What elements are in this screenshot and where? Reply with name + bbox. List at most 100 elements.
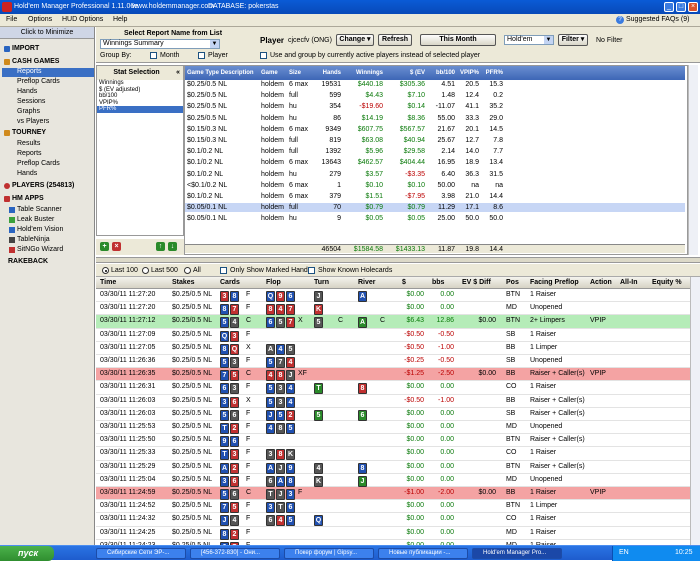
hands-header-cell: bbs: [432, 279, 445, 286]
game-type-select[interactable]: Hold'em ▼: [504, 35, 554, 45]
stats-row[interactable]: <$0.1/0.2 NL holdem 6 max 1 $0.10 $0.10 50.00 n…: [185, 181, 685, 190]
sidebar-item-hands[interactable]: Hands: [17, 88, 37, 95]
taskbar-item[interactable]: Hold'em Manager Pro...: [472, 548, 562, 559]
sidebar-item-tourney-hands[interactable]: Hands: [17, 170, 37, 177]
stats-row[interactable]: $0.1/0.2 NL holdem 6 max 13643 $462.57 $404.4…: [185, 158, 685, 167]
stats-row[interactable]: $0.15/0.3 NL holdem full 819 $63.08 $40.94 25.…: [185, 136, 685, 145]
menu-file[interactable]: File: [6, 16, 17, 23]
hand-row[interactable]: 03/30/11 11:25:33 $0.25/0.5 NL T 3 F 3 8 K $0.00…: [96, 447, 690, 461]
only-marked-checkbox[interactable]: [220, 267, 227, 274]
hand-row[interactable]: 03/30/11 11:26:03 $0.25/0.5 NL 3 6 X 5 3 4 -$0.5…: [96, 395, 690, 408]
hand-row[interactable]: 03/30/11 11:24:25 $0.25/0.5 NL 8 2 F $0.00 0.0…: [96, 527, 690, 540]
sidebar-app-holdem-vision[interactable]: Hold'em Vision: [9, 226, 63, 233]
hand-bbs: 0.00: [440, 291, 454, 298]
hand-row[interactable]: 03/30/11 11:26:36 $0.25/0.5 NL 5 3 F 5 7 4 -$0.2…: [96, 355, 690, 369]
stats-row[interactable]: $0.25/0.5 NL holdem hu 86 $14.19 $8.36 55.00 33…: [185, 114, 685, 123]
hand-row[interactable]: 03/30/11 11:25:29 $0.25/0.5 NL A 2 F A J 9 4 8 $0.…: [96, 461, 690, 474]
last100-radio[interactable]: [102, 267, 109, 274]
hand-row[interactable]: 03/30/11 11:26:31 $0.25/0.5 NL 6 3 F 5 3 4 T 8 $0.…: [96, 381, 690, 395]
remove-stat-icon[interactable]: ×: [112, 242, 121, 251]
taskbar-item[interactable]: Новые публикации -...: [378, 548, 468, 559]
clock: 10:25: [675, 549, 693, 556]
stats-row[interactable]: $0.1/0.2 NL holdem hu 279 $3.57 -$3.35 6.40 36.…: [185, 170, 685, 179]
stats-row[interactable]: $0.25/0.5 NL holdem hu 354 -$19.60 $0.14 -11.0…: [185, 102, 685, 111]
hand-row[interactable]: 03/30/11 11:25:04 $0.25/0.5 NL 3 6 F 6 A 8 K J $0.…: [96, 474, 690, 487]
close-window-icon[interactable]: ×: [688, 2, 698, 12]
sidebar-import[interactable]: IMPORT: [4, 45, 39, 52]
filter-button[interactable]: Filter ▾: [558, 34, 588, 46]
sidebar-item-tourney-preflop[interactable]: Preflop Cards: [17, 160, 60, 167]
sidebar-players[interactable]: PLAYERS (254813): [4, 182, 74, 189]
hand-row[interactable]: 03/30/11 11:25:53 $0.25/0.5 NL T 2 F 4 8 5 $0.00…: [96, 421, 690, 435]
sidebar-item-vs-players[interactable]: vs Players: [17, 118, 49, 125]
stats-row[interactable]: $0.25/0.5 NL holdem full 599 $4.43 $7.10 1.48 1…: [185, 91, 685, 100]
hand-row[interactable]: 03/30/11 11:24:59 $0.25/0.5 NL 5 6 C T J 3 F -$1.…: [96, 487, 690, 501]
add-stat-icon[interactable]: +: [100, 242, 109, 251]
taskbar-item[interactable]: [456-372-830] - Они...: [190, 548, 280, 559]
active-players-checkbox[interactable]: [260, 52, 267, 59]
hands-scrollbar[interactable]: [690, 277, 700, 545]
hand-row[interactable]: 03/30/11 11:26:03 $0.25/0.5 NL 5 6 F J 5 2 5 6 $0.…: [96, 408, 690, 421]
group-month-checkbox[interactable]: [150, 52, 157, 59]
sidebar-item-graphs[interactable]: Graphs: [17, 108, 40, 115]
sidebar-item-tourney-reports[interactable]: Reports: [17, 150, 42, 157]
hand-row[interactable]: 03/30/11 11:27:09 $0.25/0.5 NL Q 3 F -$0.50 -0…: [96, 329, 690, 342]
menu-hud-options[interactable]: HUD Options: [62, 16, 103, 23]
menu-help[interactable]: Help: [113, 16, 127, 23]
move-up-icon[interactable]: ↑: [156, 242, 165, 251]
group-player-checkbox[interactable]: [198, 52, 205, 59]
splitter[interactable]: [96, 257, 700, 263]
hand-row[interactable]: 03/30/11 11:24:52 $0.25/0.5 NL 7 5 F 3 T 6 $0.00…: [96, 500, 690, 514]
taskbar-item[interactable]: Сибирские Сети ЭР-...: [96, 548, 186, 559]
menu-options[interactable]: Options: [28, 16, 52, 23]
suggested-faqs-link[interactable]: Suggested FAQs (9): [626, 16, 689, 23]
refresh-button[interactable]: Refresh: [378, 34, 412, 46]
hand-facing-preflop: 1 Limper: [530, 502, 558, 510]
move-down-icon[interactable]: ↓: [168, 242, 177, 251]
sidebar-item-reports[interactable]: Reports: [2, 68, 94, 77]
stats-row[interactable]: $0.1/0.2 NL holdem full 1392 $5.96 $29.58 2.14…: [185, 147, 685, 156]
hand-row[interactable]: 03/30/11 11:27:05 $0.25/0.5 NL 8 Q X A 4 5 -$0.5…: [96, 342, 690, 355]
hand-row[interactable]: 03/30/11 11:27:12 $0.25/0.5 NL 5 4 C 6 5 7 X 5 C A C…: [96, 315, 690, 329]
report-select[interactable]: Winnings Summary ▼: [100, 39, 220, 49]
sidebar-hm-apps[interactable]: HM APPS: [4, 195, 44, 202]
card: T: [314, 383, 323, 395]
stats-row[interactable]: $0.05/0.1 NL holdem hu 9 $0.05 $0.05 25.00 50.0…: [185, 214, 685, 223]
hand-row[interactable]: 03/30/11 11:24:32 $0.25/0.5 NL J 4 F 6 4 5 Q $0.0…: [96, 513, 690, 527]
stats-row[interactable]: $0.1/0.2 NL holdem 6 max 379 $1.51 -$7.95 3.98…: [185, 192, 685, 201]
sidebar-cash-games[interactable]: CASH GAMES: [4, 58, 59, 65]
stats-scrollbar[interactable]: [688, 65, 698, 255]
collapse-icon[interactable]: «: [176, 66, 183, 80]
stats-row[interactable]: $0.25/0.5 NL holdem 6 max 19531 $440.18 $305.…: [185, 80, 685, 89]
card: J: [314, 291, 323, 302]
date-range-button[interactable]: This Month: [420, 34, 496, 46]
hands-header-cell: Stakes: [172, 279, 195, 286]
hand-row[interactable]: 03/30/11 11:26:35 $0.25/0.5 NL 7 5 C 4 8 J XF -$1…: [96, 368, 690, 382]
sidebar-app-table-scanner[interactable]: Table Scanner: [9, 206, 62, 213]
sidebar-app-leak-buster[interactable]: Leak Buster: [9, 216, 54, 223]
sidebar-app-tableninja[interactable]: TableNinja: [9, 236, 50, 243]
stat-item[interactable]: PFR%: [97, 106, 183, 113]
maximize-window-icon[interactable]: □: [676, 2, 686, 12]
all-radio[interactable]: [184, 267, 191, 274]
stats-row[interactable]: $0.15/0.3 NL holdem 6 max 9349 $607.75 $567.5…: [185, 125, 685, 134]
start-button[interactable]: пуск: [0, 546, 54, 561]
taskbar-item[interactable]: Покер форум | Gipsy...: [284, 548, 374, 559]
change-player-button[interactable]: Change ▾: [336, 34, 374, 46]
sidebar-item-tourney-results[interactable]: Results: [17, 140, 40, 147]
language-indicator[interactable]: EN: [619, 549, 629, 556]
hand-row[interactable]: 03/30/11 11:27:20 $0.25/0.5 NL 8 7 F 8 4 7 K $0.0…: [96, 302, 690, 316]
sidebar-rakeback[interactable]: RAKEBACK: [4, 258, 48, 265]
hand-facing-preflop: Unopened: [530, 357, 563, 364]
hand-row[interactable]: 03/30/11 11:27:20 $0.25/0.5 NL 3 8 F Q 9 6 J A $0.…: [96, 289, 690, 303]
minimize-window-icon[interactable]: _: [664, 2, 674, 12]
hand-row[interactable]: 03/30/11 11:25:50 $0.25/0.5 NL 9 6 F $0.00 0.0…: [96, 434, 690, 448]
last500-radio[interactable]: [142, 267, 149, 274]
show-known-checkbox[interactable]: [308, 267, 315, 274]
stats-row[interactable]: $0.05/0.1 NL holdem full 70 $0.79 $0.79 11.29 1…: [185, 203, 685, 213]
sidebar-tourney[interactable]: TOURNEY: [4, 129, 46, 136]
sidebar-item-sessions[interactable]: Sessions: [17, 98, 45, 105]
sidebar-item-preflop-cards[interactable]: Preflop Cards: [17, 78, 60, 85]
sidebar-app-sitngo-wizard[interactable]: SitNGo Wizard: [9, 246, 63, 253]
minimize-sidebar-button[interactable]: Click to Minimize: [0, 27, 94, 39]
